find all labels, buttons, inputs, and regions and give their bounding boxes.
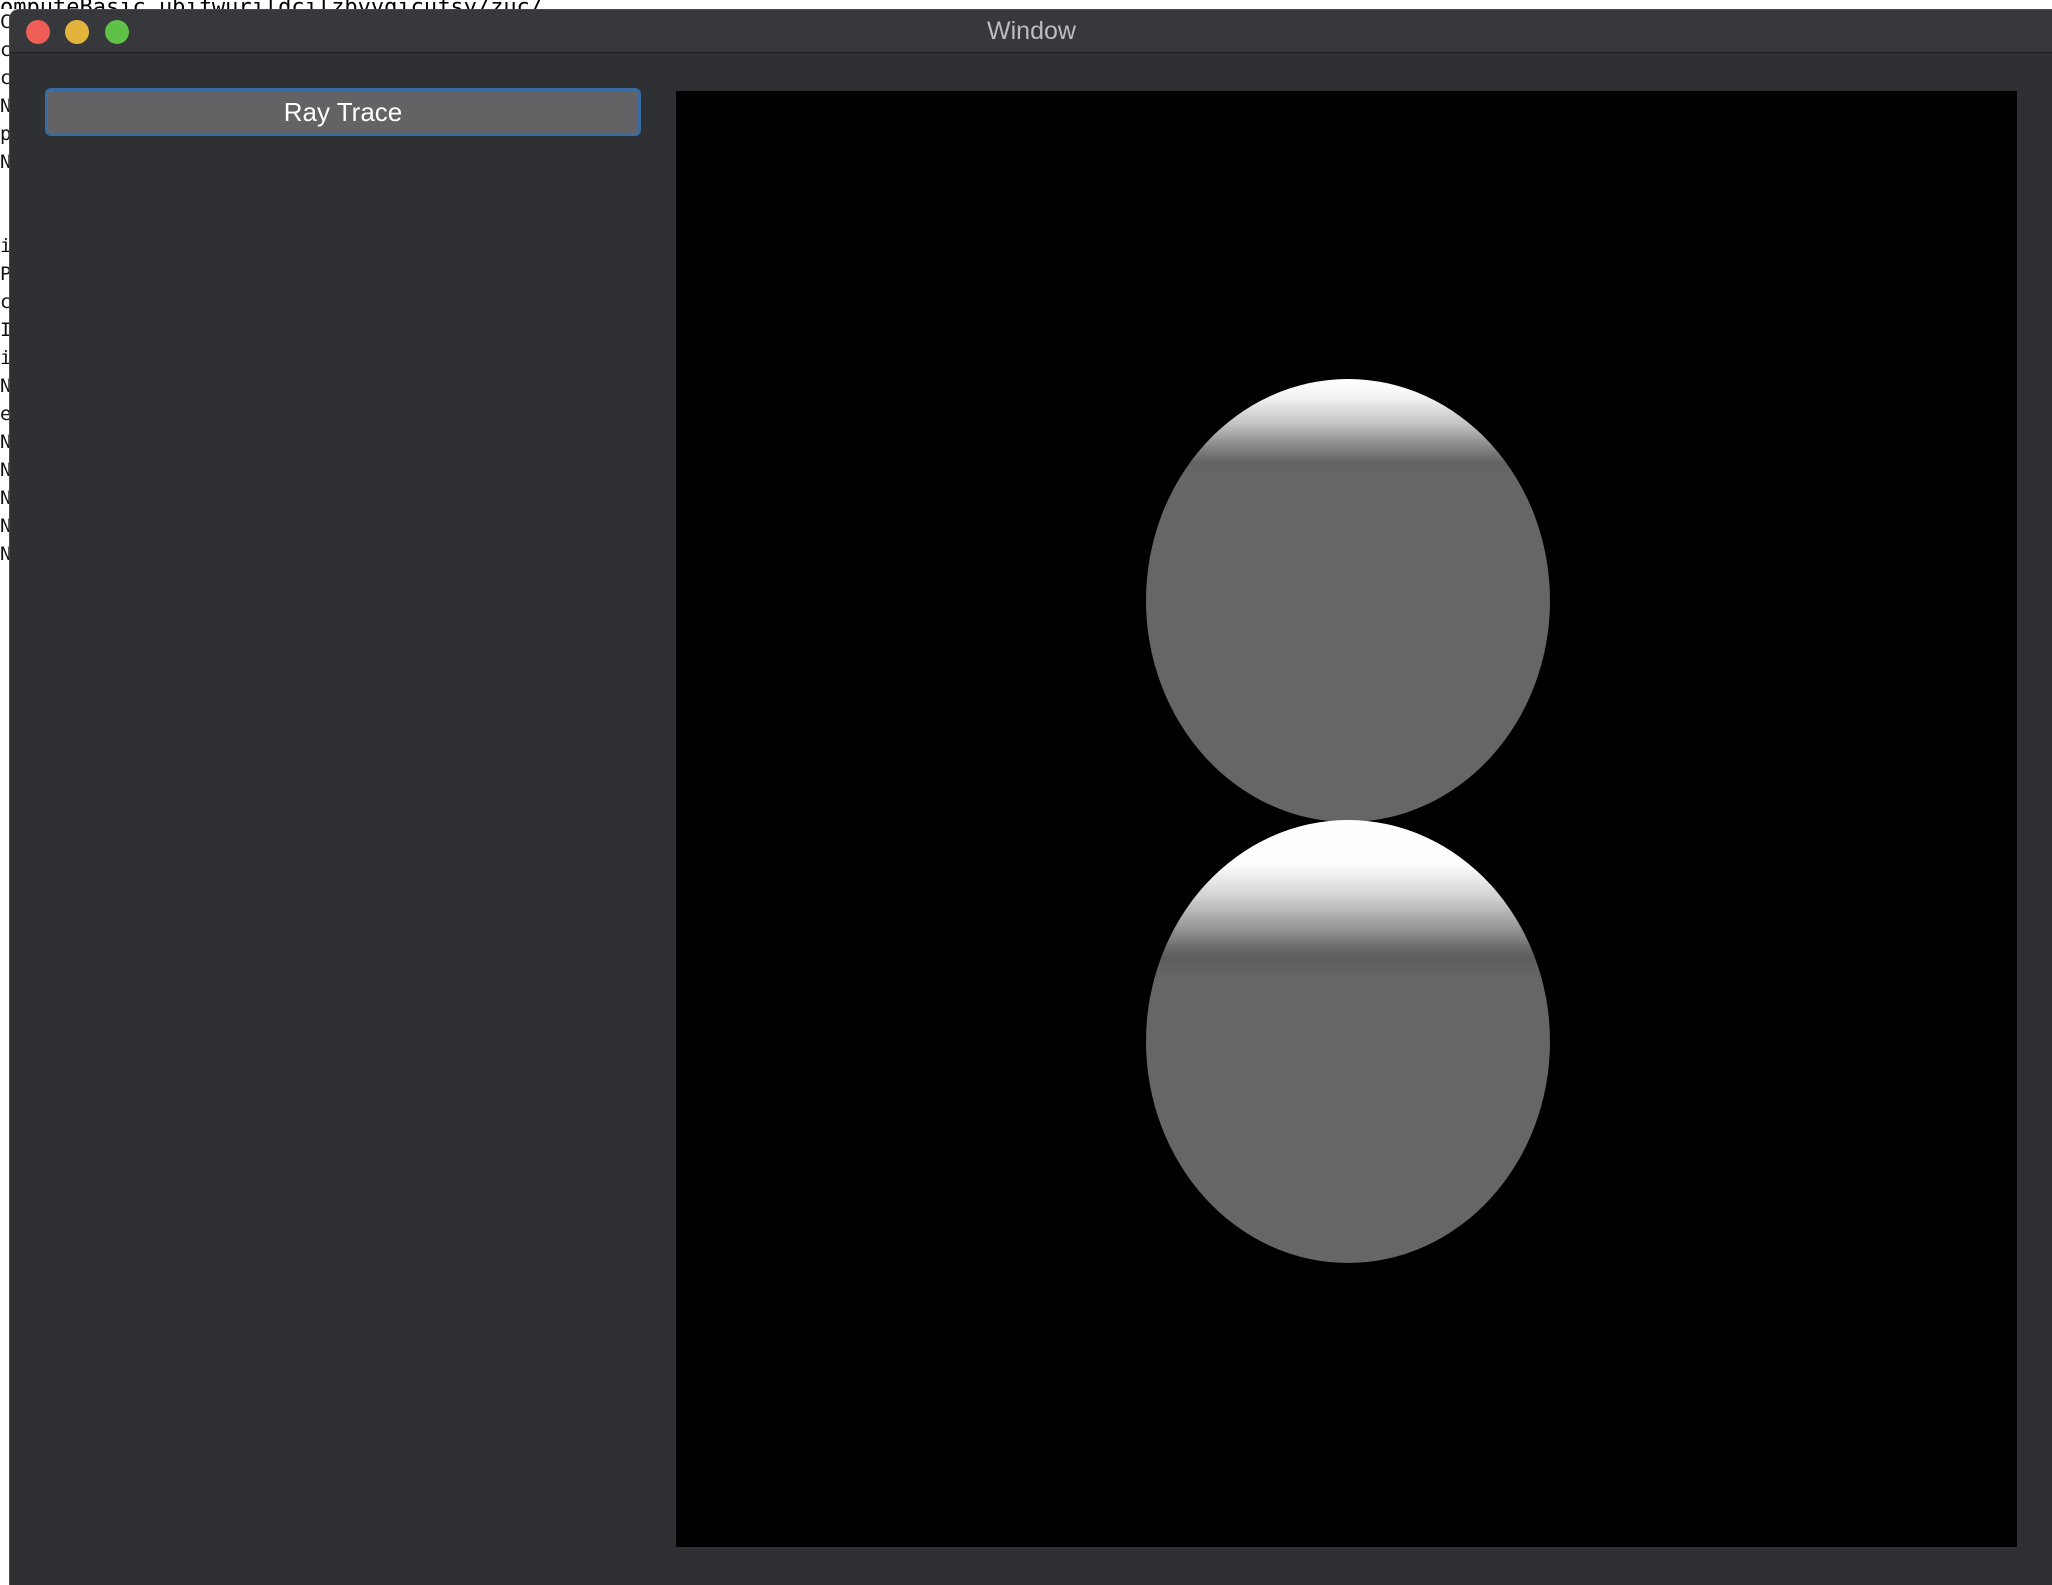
render-canvas[interactable] [676,91,2017,1547]
top-sphere [1146,379,1550,822]
bottom-sphere [1146,820,1550,1263]
window-title: Window [987,17,1076,45]
ray-trace-button[interactable]: Ray Trace [45,88,641,136]
title-bar[interactable]: Window [10,10,2052,53]
app-window: Window Ray Trace [9,9,2052,1585]
terminal-text-line: omputeBasic ubifwurildcilzbvvgicufsy/zuc… [0,0,543,9]
